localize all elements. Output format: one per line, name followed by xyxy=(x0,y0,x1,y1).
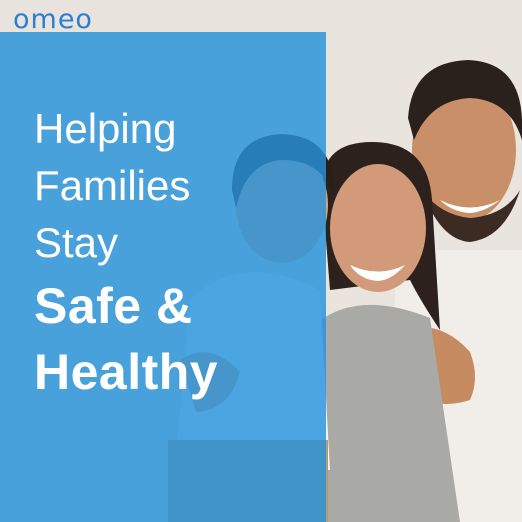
logo-text: omeo xyxy=(13,4,93,35)
headline-line-1: Helping xyxy=(34,105,177,152)
headline-line-4: Safe & xyxy=(34,278,193,334)
headline-line-5: Healthy xyxy=(34,344,219,400)
headline-line-2: Families xyxy=(34,162,191,209)
banner: omeo Helping Families Stay Safe & Health… xyxy=(0,0,522,522)
brand-logo: omeo xyxy=(13,6,93,33)
headline-line-3: Stay xyxy=(34,219,119,266)
headline: Helping Families Stay Safe & Healthy xyxy=(34,100,218,405)
